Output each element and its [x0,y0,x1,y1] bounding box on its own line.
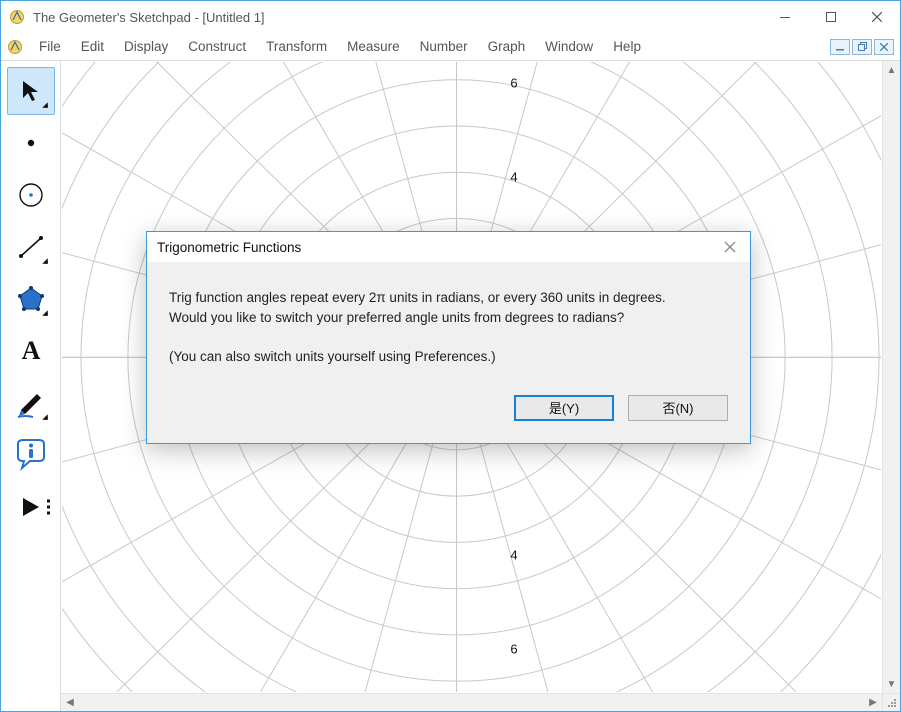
marker-tool[interactable] [7,379,55,427]
text-icon: A [16,336,46,366]
dialog-button-row: 是(Y) 否(N) [147,377,750,443]
window-maximize-button[interactable] [808,1,854,33]
maximize-icon [826,12,836,22]
menu-number[interactable]: Number [410,35,478,58]
straightedge-tool[interactable] [7,223,55,271]
scroll-left-button[interactable]: ◀ [61,694,79,712]
options-corner-icon [42,414,48,420]
menu-measure[interactable]: Measure [337,35,410,58]
horizontal-scrollbar[interactable]: ◀ ▶ [61,693,882,711]
play-icon [19,495,43,519]
mdi-controls [830,39,894,55]
app-icon [9,9,25,25]
dialog-no-button[interactable]: 否(N) [628,395,728,421]
app-title: The Geometer's Sketchpad - [Untitled 1] [33,10,265,25]
mdi-minimize-button[interactable] [830,39,850,55]
axis-tick-label: 4 [510,548,517,563]
dialog-title: Trigonometric Functions [157,240,301,255]
close-icon [872,12,882,22]
dialog-message-line2: Would you like to switch your preferred … [169,308,728,328]
info-icon [14,438,48,472]
dialog-titlebar: Trigonometric Functions [147,232,750,262]
information-tool[interactable] [7,431,55,479]
dialog-close-button[interactable] [720,241,740,253]
custom-tool[interactable] [7,483,55,531]
arrow-icon [18,78,44,104]
window-minimize-button[interactable] [762,1,808,33]
text-tool[interactable]: A [7,327,55,375]
menu-help[interactable]: Help [603,35,651,58]
close-icon [724,241,736,253]
toolbox: A [1,61,61,711]
options-corner-icon [42,310,48,316]
arrow-tool[interactable] [7,67,55,115]
minimize-icon [780,12,790,22]
dialog-message-line1: Trig function angles repeat every 2π uni… [169,288,728,308]
menu-transform[interactable]: Transform [256,35,337,58]
menu-file[interactable]: File [29,35,71,58]
point-icon [18,130,44,156]
axis-tick-label: 6 [510,642,517,657]
scroll-up-button[interactable]: ▲ [883,61,901,79]
options-corner-icon [42,258,48,264]
menu-display[interactable]: Display [114,35,178,58]
menu-graph[interactable]: Graph [478,35,536,58]
circle-icon [16,180,46,210]
titlebar: The Geometer's Sketchpad - [Untitled 1] [1,1,900,33]
menu-window[interactable]: Window [535,35,603,58]
dialog-yes-button[interactable]: 是(Y) [514,395,614,421]
menu-construct[interactable]: Construct [178,35,256,58]
minimize-icon [836,43,844,51]
segment-icon [16,232,46,262]
options-corner-icon [42,102,48,108]
axis-tick-label: 4 [510,170,517,185]
menubar: File Edit Display Construct Transform Me… [1,33,900,61]
trig-functions-dialog: Trigonometric Functions Trig function an… [146,231,751,444]
more-dots-icon [47,500,50,515]
axis-tick-label: 6 [510,76,517,91]
restore-icon [858,42,867,51]
mdi-restore-button[interactable] [852,39,872,55]
scroll-down-button[interactable]: ▼ [883,675,901,693]
app-window: The Geometer's Sketchpad - [Untitled 1] … [0,0,901,712]
vertical-scrollbar[interactable]: ▲ ▼ [882,61,900,693]
window-close-button[interactable] [854,1,900,33]
svg-text:A: A [21,336,40,365]
dialog-message-line3: (You can also switch units yourself usin… [169,347,728,367]
compass-tool[interactable] [7,171,55,219]
menu-edit[interactable]: Edit [71,35,114,58]
close-icon [880,43,888,51]
resize-grip[interactable] [882,693,900,711]
point-tool[interactable] [7,119,55,167]
scroll-right-button[interactable]: ▶ [864,694,882,712]
resize-grip-icon [886,697,898,709]
polygon-tool[interactable] [7,275,55,323]
document-icon [7,39,23,55]
dialog-body: Trig function angles repeat every 2π uni… [147,262,750,377]
mdi-close-button[interactable] [874,39,894,55]
